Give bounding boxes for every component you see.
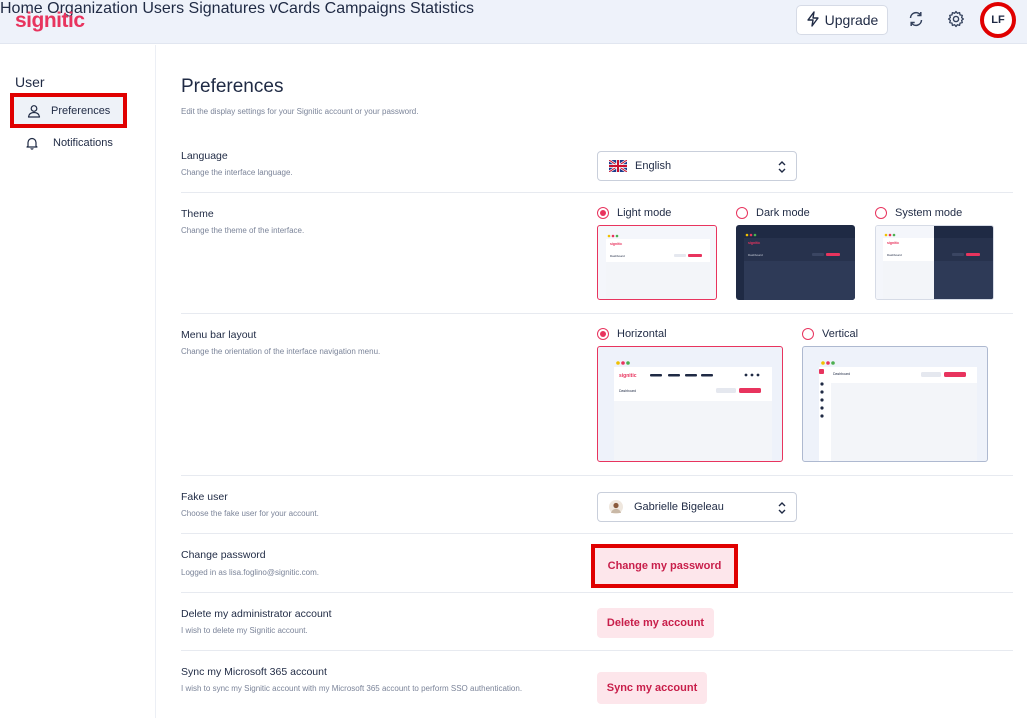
divider	[181, 313, 1013, 314]
preview-logo: signitic	[887, 241, 899, 245]
menubar-vertical-label: Vertical	[822, 328, 859, 340]
page-title: Preferences	[181, 76, 284, 97]
fakeuser-value: Gabrielle Bigeleau	[634, 501, 724, 513]
theme-system-label: System mode	[895, 207, 963, 219]
page-subtitle: Edit the display settings for your Signi…	[181, 107, 419, 116]
nav-signatures[interactable]: Signatures	[189, 0, 266, 17]
divider	[181, 650, 1013, 651]
preview-page-title: Dashboard	[887, 253, 902, 257]
theme-dark-preview[interactable]: signitic Dashboard	[736, 225, 855, 300]
menubar-label: Menu bar layout	[181, 329, 257, 341]
sync-account-button[interactable]: Sync my account	[597, 672, 707, 704]
language-value: English	[635, 160, 672, 172]
theme-light-radio[interactable]: Light mode	[597, 207, 671, 219]
sidebar-item-label: Notifications	[53, 136, 113, 149]
signitic-logo[interactable]: signitic	[15, 9, 85, 33]
divider	[181, 192, 1013, 193]
divider	[181, 475, 1013, 476]
bell-icon	[24, 135, 40, 151]
radio-button-icon	[597, 207, 609, 219]
preview-page-title: Dashboard	[619, 389, 636, 393]
preview-page-title: Dashboard	[833, 372, 850, 376]
uk-flag-icon	[609, 160, 627, 172]
radio-button-icon	[802, 328, 814, 340]
divider	[181, 592, 1013, 593]
chevron-up-down-icon	[777, 501, 787, 518]
preview-logo: signitic	[619, 373, 637, 379]
theme-label: Theme	[181, 208, 214, 220]
preview-page-title: Dashboard	[748, 253, 763, 257]
divider	[181, 533, 1013, 534]
theme-light-preview[interactable]: signitic Dashboard	[597, 225, 717, 300]
nav-vcards[interactable]: vCards	[270, 0, 321, 17]
menubar-horizontal-preview[interactable]: signitic Dashboard	[597, 346, 783, 462]
password-label: Change password	[181, 549, 266, 561]
nav-users[interactable]: Users	[142, 0, 184, 17]
theme-light-label: Light mode	[617, 207, 672, 219]
fake-user-avatar	[609, 500, 623, 514]
sidebar-title: User	[15, 74, 45, 90]
change-password-button[interactable]: Change my password	[591, 544, 738, 588]
sidebar-item-preferences[interactable]: Preferences	[10, 93, 127, 128]
refresh-icon[interactable]	[905, 8, 927, 30]
lightning-icon	[806, 10, 820, 30]
upgrade-button[interactable]: Upgrade	[796, 5, 888, 35]
chevron-up-down-icon	[777, 160, 787, 177]
preview-page-title: Dashboard	[610, 254, 625, 258]
theme-desc: Change the theme of the interface.	[181, 226, 305, 235]
menubar-horizontal-radio[interactable]: Horizontal	[597, 328, 667, 340]
language-select[interactable]: English	[597, 151, 797, 181]
gear-icon[interactable]	[945, 8, 967, 30]
language-desc: Change the interface language.	[181, 168, 293, 177]
radio-button-icon	[736, 207, 748, 219]
theme-system-radio[interactable]: System mode	[875, 207, 962, 219]
theme-dark-radio[interactable]: Dark mode	[736, 207, 810, 219]
upgrade-label: Upgrade	[824, 12, 879, 28]
nav-statistics[interactable]: Statistics	[410, 0, 474, 17]
delete-account-button[interactable]: Delete my account	[597, 608, 714, 638]
menubar-desc: Change the orientation of the interface …	[181, 347, 381, 356]
menubar-vertical-preview[interactable]: Dashboard	[802, 346, 988, 462]
user-avatar[interactable]: LF	[980, 2, 1016, 38]
fakeuser-label: Fake user	[181, 491, 228, 503]
radio-button-icon	[875, 207, 887, 219]
fakeuser-select[interactable]: Gabrielle Bigeleau	[597, 492, 797, 522]
nav-campaigns[interactable]: Campaigns	[325, 0, 406, 17]
sidebar: User Preferences Notifications	[0, 45, 156, 718]
menubar-vertical-radio[interactable]: Vertical	[802, 328, 858, 340]
delete-label: Delete my administrator account	[181, 608, 332, 620]
sidebar-item-label: Preferences	[51, 104, 111, 117]
delete-desc: I wish to delete my Signitic account.	[181, 626, 308, 635]
preview-logo: signitic	[748, 241, 760, 245]
language-label: Language	[181, 150, 228, 162]
menubar-horizontal-label: Horizontal	[617, 328, 667, 340]
top-nav-bar: signitic Home Organization Users Signatu…	[0, 0, 1027, 44]
theme-system-preview[interactable]: signitic Dashboard	[875, 225, 994, 300]
user-icon	[26, 103, 42, 119]
preview-logo: signitic	[610, 242, 622, 246]
theme-dark-label: Dark mode	[756, 207, 810, 219]
sidebar-item-notifications[interactable]: Notifications	[10, 125, 127, 160]
password-desc: Logged in as lisa.foglino@signitic.com.	[181, 568, 319, 577]
sync-label: Sync my Microsoft 365 account	[181, 666, 327, 678]
fakeuser-desc: Choose the fake user for your account.	[181, 509, 319, 518]
sync-desc: I wish to sync my Signitic account with …	[181, 684, 523, 693]
radio-button-icon	[597, 328, 609, 340]
